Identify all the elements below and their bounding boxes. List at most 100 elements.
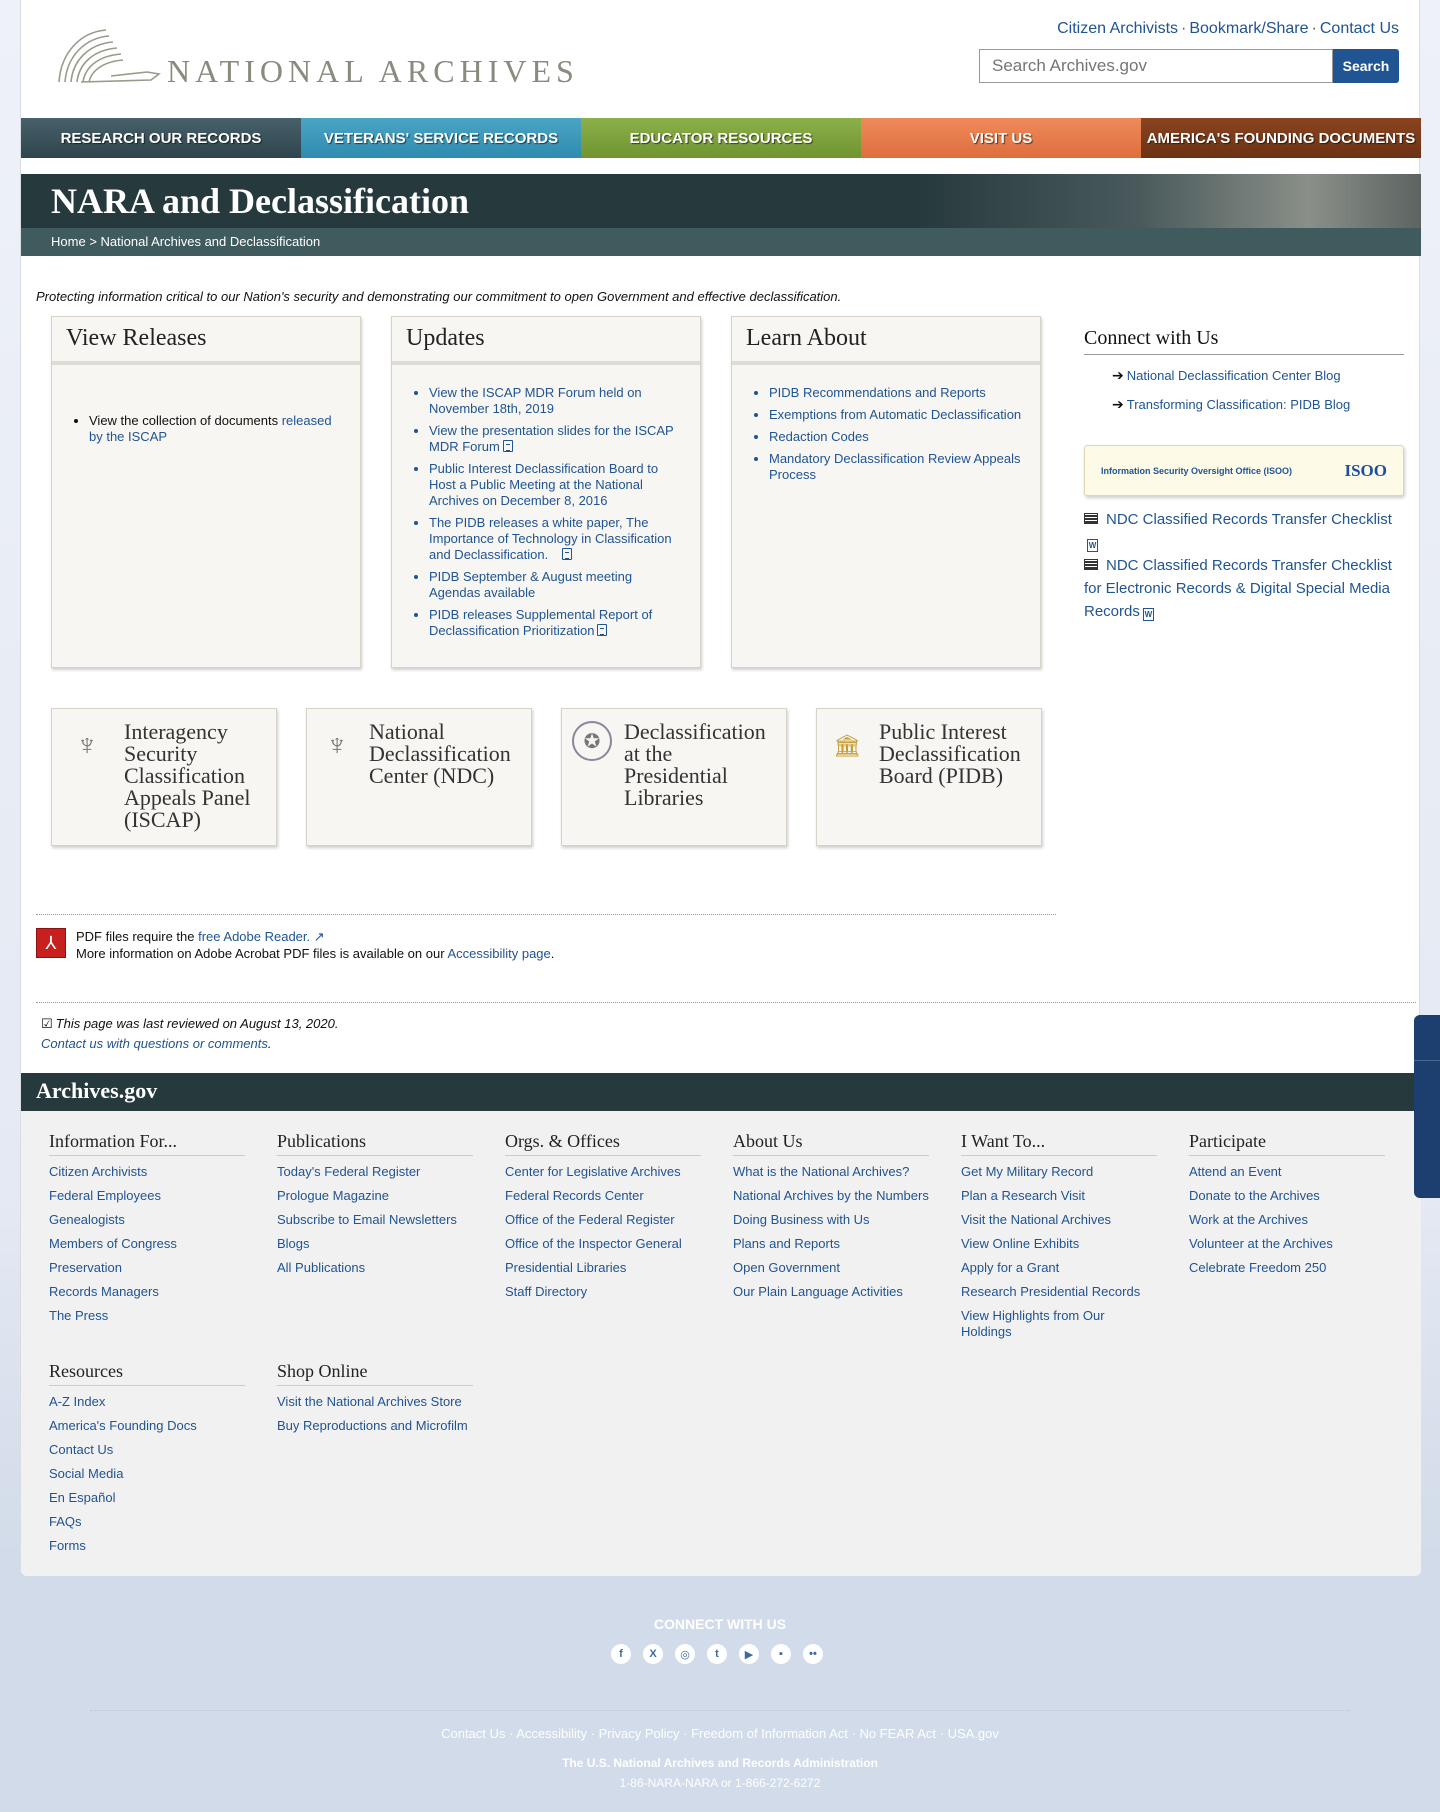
flickr-icon[interactable]: •• — [803, 1644, 823, 1664]
youtube-icon[interactable]: ▶ — [739, 1644, 759, 1664]
presidential-libraries-card[interactable]: ✪ Declassification at the Presidential L… — [561, 708, 787, 846]
footer-link[interactable]: Staff Directory — [505, 1284, 701, 1300]
footer-link[interactable]: FAQs — [49, 1514, 245, 1530]
footer-link[interactable]: The Press — [49, 1308, 245, 1324]
footer-link[interactable]: National Archives by the Numbers — [733, 1188, 929, 1204]
contact-us-link[interactable]: Contact Us — [1320, 20, 1399, 37]
footer-link[interactable]: Research Presidential Records — [961, 1284, 1157, 1300]
footer-link[interactable]: Prologue Magazine — [277, 1188, 473, 1204]
search-input[interactable] — [979, 49, 1333, 83]
electronic-records-checklist-link[interactable]: NDC Classified Records Transfer Checklis… — [1084, 554, 1404, 623]
update-item-pidb-public-meeting[interactable]: Public Interest Declassification Board t… — [429, 461, 686, 509]
connect-heading: Connect with Us — [1084, 327, 1404, 355]
learn-item-redaction-codes[interactable]: Redaction Codes — [769, 429, 1026, 445]
contact-comments-link[interactable]: Contact us with questions or comments — [41, 1036, 268, 1051]
update-item-pidb-agendas[interactable]: PIDB September & August meeting Agendas … — [429, 569, 686, 601]
footer-link[interactable]: Presidential Libraries — [505, 1260, 701, 1276]
connect-with-us-title: CONNECT WITH US — [653, 1616, 787, 1632]
footer-link[interactable]: View Online Exhibits — [961, 1236, 1157, 1252]
footer-link[interactable]: Doing Business with Us — [733, 1212, 929, 1228]
pidb-card[interactable]: 🏛 Public Interest Declassification Board… — [816, 708, 1042, 846]
footer-link[interactable]: Today's Federal Register — [277, 1164, 473, 1180]
feedback-side-tab[interactable] — [1414, 1015, 1440, 1198]
pidb-blog-link[interactable]: ➔ Transforming Classification: PIDB Blog — [1112, 396, 1404, 413]
footer-link[interactable]: Visit the National Archives Store — [277, 1394, 473, 1410]
facebook-icon[interactable]: f — [611, 1644, 631, 1664]
iscap-card[interactable]: ♆ Interagency Security Classification Ap… — [51, 708, 277, 846]
footer-link[interactable]: Federal Employees — [49, 1188, 245, 1204]
update-item-iscap-forum[interactable]: View the ISCAP MDR Forum held on Novembe… — [429, 385, 686, 417]
breadcrumb-home[interactable]: Home — [51, 234, 86, 249]
footer-link[interactable]: What is the National Archives? — [733, 1164, 929, 1180]
footer-link[interactable]: Donate to the Archives — [1189, 1188, 1385, 1204]
footer-link[interactable]: A-Z Index — [49, 1394, 245, 1410]
update-item-presentation-slides[interactable]: View the presentation slides for the ISC… — [429, 423, 686, 455]
bottom-link-no-fear[interactable]: No FEAR Act — [859, 1726, 936, 1741]
footer-link[interactable]: View Highlights from Our Holdings — [961, 1308, 1157, 1340]
footer-link[interactable]: Open Government — [733, 1260, 929, 1276]
tumblr-icon[interactable]: t — [707, 1644, 727, 1664]
adobe-reader-link[interactable]: free Adobe Reader. — [198, 929, 310, 944]
footer-link[interactable]: Apply for a Grant — [961, 1260, 1157, 1276]
bottom-link-contact[interactable]: Contact Us — [441, 1726, 505, 1741]
nav-veterans-service-records[interactable]: VETERANS' SERVICE RECORDS — [301, 118, 581, 158]
citizen-archivists-link[interactable]: Citizen Archivists — [1057, 20, 1178, 37]
transfer-checklist-link[interactable]: NDC Classified Records Transfer Checklis… — [1084, 508, 1404, 554]
learn-item-mdr-appeals[interactable]: Mandatory Declassification Review Appeal… — [769, 451, 1026, 483]
ndc-card[interactable]: ♆ National Declassification Center (NDC) — [306, 708, 532, 846]
footer-brand[interactable]: Archives.gov — [21, 1073, 1421, 1111]
learn-item-exemptions[interactable]: Exemptions from Automatic Declassificati… — [769, 407, 1026, 423]
footer-link[interactable]: En Español — [49, 1490, 245, 1506]
footer-link[interactable]: America's Founding Docs — [49, 1418, 245, 1434]
footer-link[interactable]: Preservation — [49, 1260, 245, 1276]
footer-link[interactable]: Plans and Reports — [733, 1236, 929, 1252]
nav-visit-us[interactable]: VISIT US — [861, 118, 1141, 158]
nav-research-our-records[interactable]: RESEARCH OUR RECORDS — [21, 118, 301, 158]
footer-link[interactable]: Contact Us — [49, 1442, 245, 1458]
learn-item-pidb-recommendations[interactable]: PIDB Recommendations and Reports — [769, 385, 1026, 401]
nav-founding-documents[interactable]: AMERICA'S FOUNDING DOCUMENTS — [1141, 118, 1421, 158]
isoo-banner-link[interactable]: Information Security Oversight Office (I… — [1084, 445, 1404, 496]
footer-link[interactable]: Blogs — [277, 1236, 473, 1252]
footer-link[interactable]: Center for Legislative Archives — [505, 1164, 701, 1180]
footer-link[interactable]: Records Managers — [49, 1284, 245, 1300]
footer-link[interactable]: All Publications — [277, 1260, 473, 1276]
bottom-link-privacy[interactable]: Privacy Policy — [599, 1726, 680, 1741]
bookmark-share-link[interactable]: Bookmark/Share — [1189, 20, 1308, 37]
breadcrumb-current: National Archives and Declassification — [100, 234, 321, 249]
national-archives-logo[interactable]: NATIONAL ARCHIVES — [51, 22, 579, 92]
bottom-link-accessibility[interactable]: Accessibility — [516, 1726, 587, 1741]
footer-link[interactable]: Celebrate Freedom 250 — [1189, 1260, 1385, 1276]
bottom-link-foia[interactable]: Freedom of Information Act — [691, 1726, 848, 1741]
footer-link[interactable]: Citizen Archivists — [49, 1164, 245, 1180]
footer-link[interactable]: Our Plain Language Activities — [733, 1284, 929, 1300]
footer-link[interactable]: Volunteer at the Archives — [1189, 1236, 1385, 1252]
footer-link[interactable]: Office of the Federal Register — [505, 1212, 701, 1228]
footer-link[interactable]: Office of the Inspector General — [505, 1236, 701, 1252]
footer-link[interactable]: Social Media — [49, 1466, 245, 1482]
footer-link[interactable]: Genealogists — [49, 1212, 245, 1228]
update-item-pidb-white-paper[interactable]: The PIDB releases a white paper, The Imp… — [429, 515, 686, 563]
blog-icon[interactable]: ▪ — [771, 1644, 791, 1664]
accessibility-page-link[interactable]: Accessibility page — [447, 946, 550, 961]
ndc-blog-link[interactable]: ➔ National Declassification Center Blog — [1112, 367, 1404, 384]
footer-link[interactable]: Work at the Archives — [1189, 1212, 1385, 1228]
bottom-link-usa-gov[interactable]: USA.gov — [948, 1726, 999, 1741]
footer-link[interactable]: Buy Reproductions and Microfilm — [277, 1418, 473, 1434]
x-icon[interactable]: X — [643, 1644, 663, 1664]
footer-link[interactable]: Get My Military Record — [961, 1164, 1157, 1180]
search-button[interactable]: Search — [1333, 49, 1399, 83]
update-item-pidb-supplemental-report[interactable]: PIDB releases Supplemental Report of Dec… — [429, 607, 686, 639]
instagram-icon[interactable]: ◎ — [675, 1644, 695, 1664]
footer-link[interactable]: Federal Records Center — [505, 1188, 701, 1204]
footer-link[interactable]: Visit the National Archives — [961, 1212, 1157, 1228]
footer-link[interactable]: Members of Congress — [49, 1236, 245, 1252]
footer-link[interactable]: Attend an Event — [1189, 1164, 1385, 1180]
learn-about-box: Learn About PIDB Recommendations and Rep… — [731, 316, 1041, 668]
footer-link[interactable]: Plan a Research Visit — [961, 1188, 1157, 1204]
footer-link[interactable]: Subscribe to Email Newsletters — [277, 1212, 473, 1228]
isoo-name: Information Security Oversight Office (I… — [1101, 465, 1293, 476]
nav-educator-resources[interactable]: EDUCATOR RESOURCES — [581, 118, 861, 158]
ndc-seal-icon: ♆ — [325, 729, 349, 762]
footer-link[interactable]: Forms — [49, 1538, 245, 1554]
